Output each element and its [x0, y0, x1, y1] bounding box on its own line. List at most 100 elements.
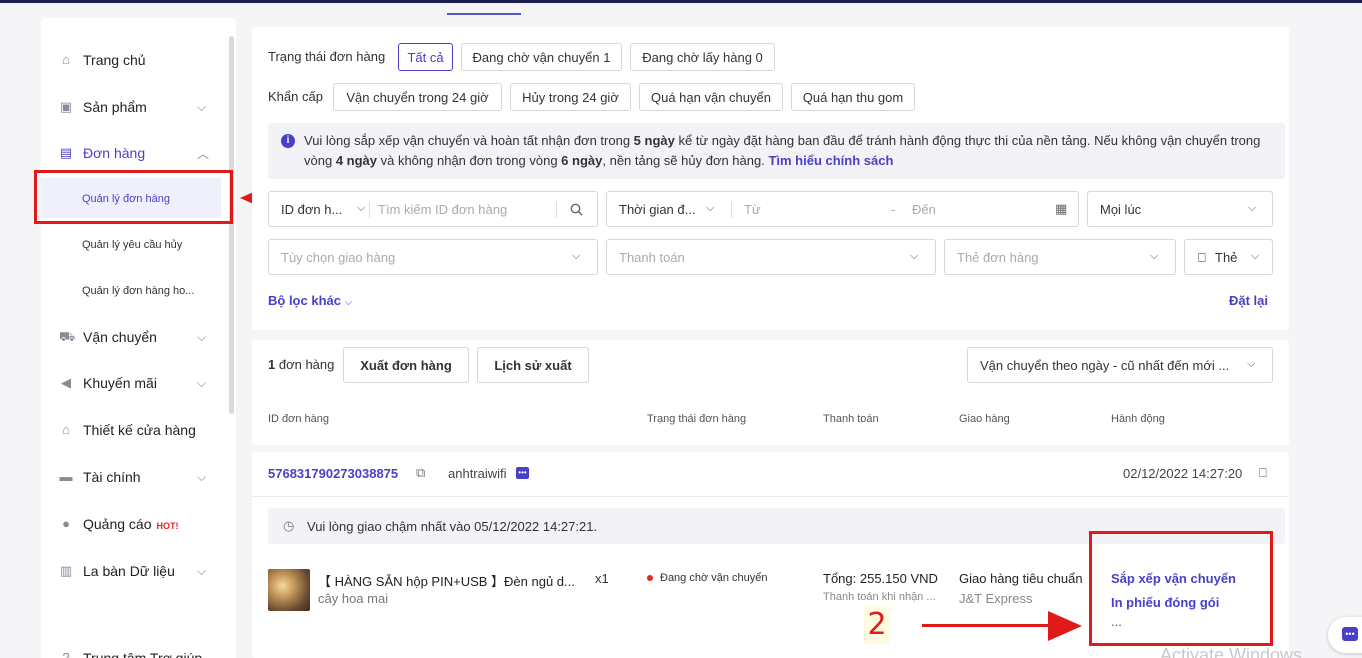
notice-bold: 4 ngày: [335, 153, 377, 168]
sidebar-item-finance[interactable]: ▬ Tài chính ⌵: [41, 465, 221, 489]
urgent-chip-overdue-shipping[interactable]: Quá hạn vận chuyển: [639, 83, 783, 111]
chevron-down-icon: ⌵: [910, 250, 919, 262]
notice-text: Vui lòng sắp xếp vận chuyển và hoàn tất …: [304, 131, 1264, 171]
chevron-down-icon: ⌵: [197, 99, 207, 114]
chat-button[interactable]: •••: [1328, 617, 1362, 653]
sidebar-item-label: La bàn Dữ liệu: [83, 563, 175, 579]
status-chip-waiting-shipment[interactable]: Đang chờ vận chuyển 1: [461, 43, 622, 71]
date-to-input[interactable]: Đến: [912, 202, 936, 217]
sidebar-item-home[interactable]: ⌂ Trang chủ: [41, 48, 221, 72]
urgent-chip-cancel-24h[interactable]: Hủy trong 24 giờ: [510, 83, 631, 111]
tag-button[interactable]: ⎕ Thẻ ⌵: [1184, 239, 1273, 275]
bookmark-icon[interactable]: ⎕: [1259, 465, 1267, 481]
period-select[interactable]: Mọi lúc ⌵: [1087, 191, 1273, 227]
chat-icon[interactable]: •••: [516, 467, 529, 479]
notice-part: và không nhận đơn trong vòng: [377, 153, 562, 168]
payment-placeholder: Thanh toán: [619, 250, 685, 265]
notice-part: , nền tảng sẽ hủy đơn hàng.: [602, 153, 769, 168]
sidebar-item-label: Khuyến mãi: [83, 375, 157, 391]
sidebar-item-label: Tài chính: [83, 469, 141, 485]
order-status: Đang chờ vận chuyển: [660, 572, 768, 584]
notice-part: Vui lòng sắp xếp vận chuyển và hoàn tất …: [304, 133, 634, 148]
top-bar: [0, 0, 1362, 3]
time-type-select[interactable]: Thời gian đ...: [619, 202, 695, 217]
annotation-arrow-line: [922, 624, 1052, 627]
hot-badge: HOT!: [156, 521, 179, 531]
active-tab-indicator: [447, 13, 521, 15]
chevron-down-icon: ⌵: [357, 202, 366, 214]
more-filters-link[interactable]: Bộ lọc khác ⌵: [268, 293, 352, 308]
buyer-name[interactable]: anhtraiwifi: [448, 466, 507, 481]
column-header-order-id: ID đơn hàng: [268, 413, 330, 425]
policy-link[interactable]: Tìm hiểu chính sách: [768, 153, 893, 168]
sidebar-item-orders[interactable]: ▤ Đơn hàng ︿: [41, 141, 221, 165]
product-quantity: x1: [595, 571, 609, 586]
order-date: 02/12/2022 14:27:20: [1123, 466, 1243, 481]
sidebar-subitem-cancel-requests[interactable]: Quản lý yêu cầu hủy: [82, 239, 182, 251]
tag-button-label: Thẻ: [1215, 250, 1238, 265]
order-tag-select[interactable]: Thẻ đơn hàng ⌵: [944, 239, 1176, 275]
column-header-action: Hành động: [1111, 413, 1165, 425]
export-history-button[interactable]: Lịch sử xuất: [477, 347, 589, 383]
reset-link[interactable]: Đặt lại: [1229, 293, 1268, 308]
sidebar-item-data-compass[interactable]: ▥ La bàn Dữ liệu ⌵: [41, 559, 221, 583]
date-from-input[interactable]: Từ: [744, 202, 761, 217]
order-total: Tổng: 255.150 VND: [823, 571, 938, 586]
order-tag-placeholder: Thẻ đơn hàng: [957, 250, 1039, 265]
sidebar-item-ads[interactable]: ● Quảng cáo HOT!: [41, 512, 221, 536]
urgent-chip-ship-24h[interactable]: Vận chuyển trong 24 giờ: [333, 83, 502, 111]
divider: [369, 202, 370, 218]
chevron-down-icon: ⌵: [197, 563, 207, 578]
divider: [556, 202, 557, 218]
product-name[interactable]: 【 HÀNG SẴN hộp PIN+USB 】Đèn ngủ d...: [318, 571, 575, 590]
urgent-chip-overdue-pickup[interactable]: Quá hạn thu gom: [791, 83, 915, 111]
calendar-icon[interactable]: ▦: [1055, 201, 1067, 217]
annotation-box-actions: [1089, 531, 1273, 646]
order-id-link[interactable]: 576831790273038875: [268, 466, 398, 481]
copy-icon[interactable]: ⧉: [416, 465, 425, 481]
sidebar-item-help-center[interactable]: ? Trung tâm Trợ giúp: [41, 646, 221, 658]
store-icon: ⌂: [62, 422, 70, 437]
column-header-payment: Thanh toán: [823, 413, 879, 425]
windows-watermark: Activate Windows: [1160, 645, 1303, 658]
status-chip-waiting-pickup[interactable]: Đang chờ lấy hàng 0: [630, 43, 775, 71]
product-icon: ▣: [59, 99, 73, 114]
date-dash: -: [891, 202, 896, 217]
sort-value: Vận chuyển theo ngày - cũ nhất đến mới .…: [980, 358, 1230, 373]
export-orders-button[interactable]: Xuất đơn hàng: [343, 347, 469, 383]
payment-select[interactable]: Thanh toán ⌵: [606, 239, 936, 275]
order-count: 1 đơn hàng: [268, 357, 334, 372]
product-thumbnail[interactable]: [268, 569, 310, 611]
annotation-box-sidebar: [34, 170, 233, 224]
payment-method: Thanh toán khi nhận ...: [823, 591, 936, 603]
more-filters-label: Bộ lọc khác: [268, 293, 341, 308]
delivery-option-select[interactable]: Tùy chọn giao hàng ⌵: [268, 239, 598, 275]
sidebar-item-label: Quảng cáo HOT!: [83, 516, 179, 532]
order-id-search-field: ID đơn h... ⌵ Tìm kiếm ID đơn hàng: [268, 191, 598, 227]
order-id-select[interactable]: ID đơn h...: [281, 202, 342, 217]
annotation-step-number: 2: [864, 606, 890, 644]
sidebar-scrollbar[interactable]: [229, 36, 234, 414]
sidebar-item-label: Trang chủ: [83, 52, 146, 68]
search-icon[interactable]: [570, 203, 583, 216]
deadline-text: Vui lòng giao chậm nhất vào 05/12/2022 1…: [307, 519, 598, 534]
sidebar-item-products[interactable]: ▣ Sản phẩm ⌵: [41, 95, 221, 119]
notice-bold: 5 ngày: [633, 133, 675, 148]
sidebar-item-label: Sản phẩm: [83, 99, 147, 115]
help-icon: ?: [62, 650, 70, 658]
status-chip-all[interactable]: Tất cả: [398, 43, 453, 71]
clock-icon: ◷: [283, 518, 295, 533]
column-header-shipping: Giao hàng: [959, 413, 1010, 425]
sidebar-subitem-returns[interactable]: Quản lý đơn hàng ho...: [82, 285, 194, 297]
notice-bold: 6 ngày: [561, 153, 603, 168]
sidebar-item-label: Đơn hàng: [83, 145, 146, 161]
chevron-down-icon: ⌵: [197, 329, 207, 344]
sidebar-item-label: Thiết kế cửa hàng: [83, 422, 196, 438]
sidebar-item-promotions[interactable]: ◀ Khuyến mãi ⌵: [41, 371, 221, 395]
sidebar-item-shop-design[interactable]: ⌂ Thiết kế cửa hàng: [41, 418, 221, 442]
sidebar-item-shipping[interactable]: ⛟ Vận chuyển ⌵: [41, 325, 221, 349]
sort-select[interactable]: Vận chuyển theo ngày - cũ nhất đến mới .…: [967, 347, 1273, 383]
date-range-field: Thời gian đ... ⌵ Từ - Đến ▦: [606, 191, 1079, 227]
order-id-search-input[interactable]: Tìm kiếm ID đơn hàng: [378, 202, 507, 217]
sidebar-item-label: Trung tâm Trợ giúp: [83, 650, 203, 658]
